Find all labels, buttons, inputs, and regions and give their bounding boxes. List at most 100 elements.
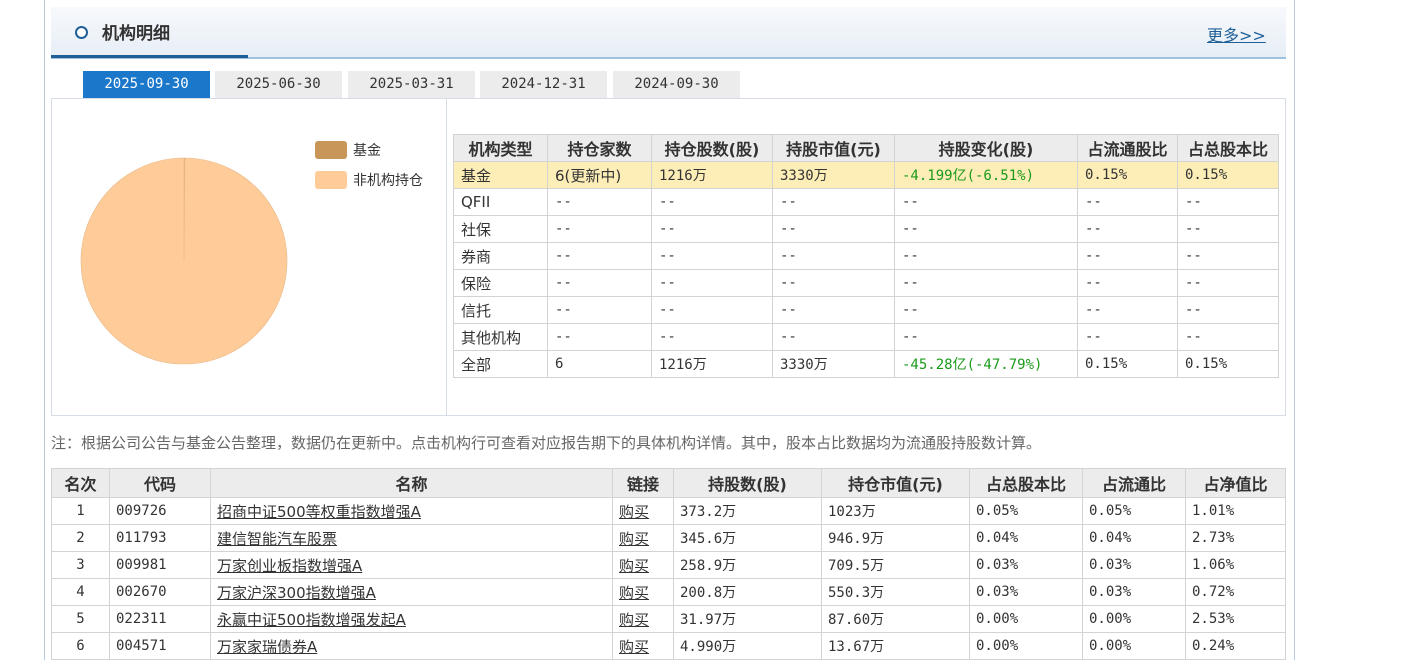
fund-cell-market-value: 550.3万 <box>821 578 970 606</box>
fund-cell-float-ratio: 0.05% <box>1082 497 1186 525</box>
fund-cell-name: 万家家瑞债券A <box>210 632 613 660</box>
inst-cell-type: QFII <box>453 188 548 216</box>
inst-cell-float-ratio: -- <box>1077 188 1178 216</box>
inst-cell-shares: -- <box>651 269 773 297</box>
inst-cell-float-ratio: 0.15% <box>1077 350 1178 378</box>
buy-link[interactable]: 购买 <box>619 530 649 548</box>
inst-cell-change: -- <box>894 323 1078 351</box>
fund-name-link[interactable]: 万家创业板指数增强A <box>217 557 362 575</box>
inst-cell-count: -- <box>547 215 652 243</box>
tab-period-5[interactable]: 2024-09-30 <box>613 71 740 98</box>
fund-cell-code: 022311 <box>109 605 211 633</box>
fund-cell-link: 购买 <box>612 632 674 660</box>
buy-link[interactable]: 购买 <box>619 557 649 575</box>
fund-cell-link: 购买 <box>612 551 674 579</box>
tab-period-4[interactable]: 2024-12-31 <box>480 71 607 98</box>
circle-bullet-icon <box>75 26 88 39</box>
inst-cell-shares: 1216万 <box>651 350 773 378</box>
fund-name-link[interactable]: 万家家瑞债券A <box>217 638 317 656</box>
fund-header-link: 链接 <box>612 468 674 498</box>
legend-item-non-institution: 非机构持仓 <box>315 171 423 189</box>
buy-link[interactable]: 购买 <box>619 611 649 629</box>
institution-row[interactable]: QFII -- -- -- -- -- -- <box>453 188 1279 216</box>
section-header <box>51 7 1286 59</box>
inst-cell-shares: -- <box>651 215 773 243</box>
pie-slice-non-institution[interactable] <box>80 157 288 365</box>
fund-cell-rank: 1 <box>51 497 110 525</box>
inst-cell-type: 基金 <box>453 161 548 189</box>
institution-row[interactable]: 券商 -- -- -- -- -- -- <box>453 242 1279 270</box>
legend-item-fund: 基金 <box>315 141 381 159</box>
fund-cell-nav-ratio: 0.72% <box>1185 578 1286 606</box>
section-title: 机构明细 <box>102 24 170 44</box>
inst-cell-type: 券商 <box>453 242 548 270</box>
inst-cell-shares: 1216万 <box>651 161 773 189</box>
institution-row[interactable]: 其他机构 -- -- -- -- -- -- <box>453 323 1279 351</box>
buy-link[interactable]: 购买 <box>619 503 649 521</box>
fund-cell-nav-ratio: 1.01% <box>1185 497 1286 525</box>
inst-cell-change: -45.28亿(-47.79%) <box>894 350 1078 378</box>
fund-row: 5 022311 永赢中证500指数增强发起A 购买 31.97万 87.60万 0.00%… <box>51 605 1286 633</box>
fund-cell-code: 004571 <box>109 632 211 660</box>
fund-cell-shares: 258.9万 <box>673 551 822 579</box>
inst-cell-total-ratio: -- <box>1177 323 1279 351</box>
inst-cell-count: -- <box>547 188 652 216</box>
table-note: 注：根据公司公告与基金公告整理，数据仍在更新中。点击机构行可查看对应报告期下的具… <box>51 434 1042 452</box>
institution-row[interactable]: 全部 6 1216万 3330万 -45.28亿(-47.79%) 0.15% 0.15% <box>453 350 1279 378</box>
inst-cell-shares: -- <box>651 188 773 216</box>
fund-name-link[interactable]: 永赢中证500指数增强发起A <box>217 611 406 629</box>
inst-cell-float-ratio: -- <box>1077 242 1178 270</box>
inst-header-float-ratio: 占流通股比 <box>1077 134 1178 162</box>
fund-header-total-ratio: 占总股本比 <box>969 468 1083 498</box>
header-accent-line <box>51 55 248 58</box>
fund-cell-float-ratio: 0.03% <box>1082 578 1186 606</box>
tab-period-1[interactable]: 2025-09-30 <box>83 71 210 98</box>
fund-name-link[interactable]: 万家沪深300指数增强A <box>217 584 376 602</box>
fund-cell-link: 购买 <box>612 524 674 552</box>
fund-name-link[interactable]: 建信智能汽车股票 <box>217 530 337 548</box>
inst-cell-float-ratio: -- <box>1077 215 1178 243</box>
buy-link[interactable]: 购买 <box>619 584 649 602</box>
inst-cell-market-value: 3330万 <box>772 161 895 189</box>
fund-cell-name: 万家创业板指数增强A <box>210 551 613 579</box>
fund-cell-link: 购买 <box>612 578 674 606</box>
fund-holdings-table: 名次 代码 名称 链接 持股数(股) 持仓市值(元) 占总股本比 占流通比 占净值比 1 0097… <box>51 468 1286 660</box>
fund-cell-code: 009981 <box>109 551 211 579</box>
inst-cell-type: 其他机构 <box>453 323 548 351</box>
fund-cell-total-ratio: 0.00% <box>969 632 1083 660</box>
fund-cell-name: 万家沪深300指数增强A <box>210 578 613 606</box>
fund-cell-rank: 6 <box>51 632 110 660</box>
fund-name-link[interactable]: 招商中证500等权重指数增强A <box>217 503 421 521</box>
fund-cell-shares: 200.8万 <box>673 578 822 606</box>
fund-header-name: 名称 <box>210 468 613 498</box>
fund-cell-nav-ratio: 2.53% <box>1185 605 1286 633</box>
fund-cell-link: 购买 <box>612 497 674 525</box>
inst-header-market-value: 持股市值(元) <box>772 134 895 162</box>
institution-row[interactable]: 信托 -- -- -- -- -- -- <box>453 296 1279 324</box>
buy-link[interactable]: 购买 <box>619 638 649 656</box>
inst-cell-type: 全部 <box>453 350 548 378</box>
inst-cell-shares: -- <box>651 323 773 351</box>
fund-cell-name: 永赢中证500指数增强发起A <box>210 605 613 633</box>
fund-cell-code: 009726 <box>109 497 211 525</box>
legend-label-fund: 基金 <box>353 143 381 159</box>
fund-cell-float-ratio: 0.04% <box>1082 524 1186 552</box>
tab-period-2[interactable]: 2025-06-30 <box>215 71 342 98</box>
legend-swatch-non-institution <box>315 171 347 189</box>
institution-row[interactable]: 保险 -- -- -- -- -- -- <box>453 269 1279 297</box>
inst-header-type: 机构类型 <box>453 134 548 162</box>
inst-header-shares: 持仓股数(股) <box>651 134 773 162</box>
fund-row: 2 011793 建信智能汽车股票 购买 345.6万 946.9万 0.04% 0.04% 2… <box>51 524 1286 552</box>
inst-cell-float-ratio: 0.15% <box>1077 161 1178 189</box>
fund-cell-name: 招商中证500等权重指数增强A <box>210 497 613 525</box>
institution-row[interactable]: 基金 6(更新中) 1216万 3330万 -4.199亿(-6.51%) 0.15% 0.… <box>453 161 1279 189</box>
inst-cell-market-value: -- <box>772 323 895 351</box>
more-link[interactable]: 更多>> <box>1207 22 1266 46</box>
fund-cell-market-value: 946.9万 <box>821 524 970 552</box>
fund-cell-market-value: 709.5万 <box>821 551 970 579</box>
institution-row[interactable]: 社保 -- -- -- -- -- -- <box>453 215 1279 243</box>
inst-cell-type: 保险 <box>453 269 548 297</box>
inst-cell-float-ratio: -- <box>1077 296 1178 324</box>
tab-period-3[interactable]: 2025-03-31 <box>348 71 475 98</box>
fund-cell-code: 011793 <box>109 524 211 552</box>
